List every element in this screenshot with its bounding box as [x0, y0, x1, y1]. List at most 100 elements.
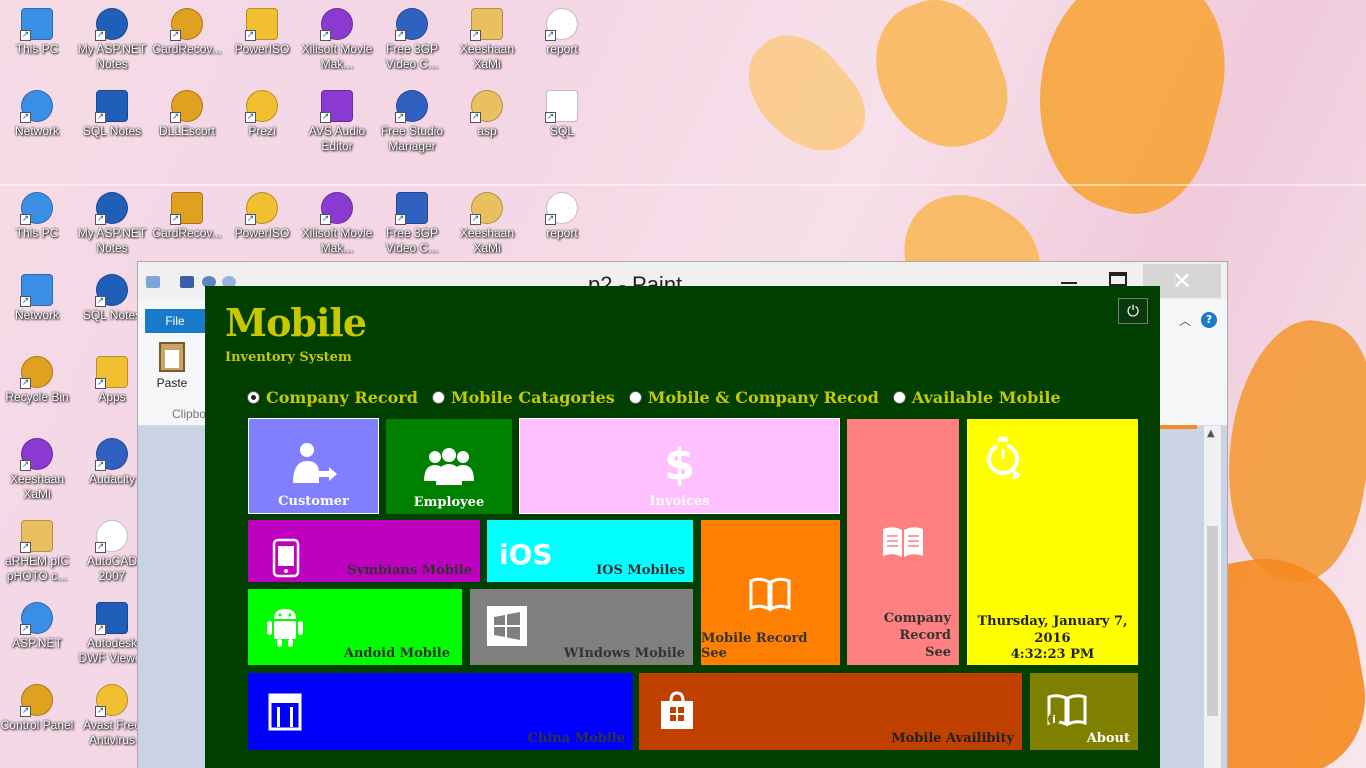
desktop-icon-label: asp	[477, 124, 497, 138]
invoices-tile[interactable]: $ Invoices	[519, 418, 840, 514]
file-tab[interactable]: File	[145, 309, 205, 333]
tile-label: Customer	[278, 494, 349, 509]
shortcut-arrow-icon: ↗	[95, 378, 106, 389]
desktop-icon[interactable]: ↗ Xilisoft Movie Mak...	[300, 8, 374, 72]
shortcut-arrow-icon: ↗	[395, 112, 406, 123]
desktop-icon[interactable]: ↗ report	[525, 192, 599, 241]
app-icon: ↗	[20, 90, 53, 123]
about-tile[interactable]: i About	[1030, 673, 1138, 750]
shortcut-arrow-icon: ↗	[95, 624, 106, 635]
wallpaper-petal	[728, 16, 882, 174]
desktop-icon[interactable]: ↗ Xeeshaan XaMi	[450, 192, 524, 256]
app-icon: ↗	[470, 8, 503, 41]
app-icon: ↗	[395, 8, 428, 41]
desktop-icon[interactable]: ↗Network	[0, 90, 74, 139]
radio-dot[interactable]	[247, 391, 260, 404]
ios-mobiles-tile[interactable]: iOS IOS Mobiles	[487, 520, 693, 582]
employee-tile[interactable]: Employee	[386, 419, 512, 514]
app-icon: ↗	[395, 90, 428, 123]
desktop-icon[interactable]: ↗ Free 3GP Video C...	[375, 192, 449, 256]
current-time: 4:32:23 PM	[1010, 647, 1095, 662]
desktop-icon[interactable]: ↗ Free Studio Manager	[375, 90, 449, 154]
scroll-up-icon[interactable]: ▲	[1207, 428, 1215, 439]
china-mobile-tile[interactable]: China Mobile	[248, 673, 633, 750]
desktop-icon-label: Network	[14, 124, 59, 138]
radio-company-record[interactable]: Company Record	[247, 388, 418, 407]
desktop-icon[interactable]: ↗ Recycle Bin	[0, 356, 74, 405]
desktop-icon[interactable]: ↗ AVS Audio Editor	[300, 90, 374, 154]
phone-icon	[272, 538, 300, 578]
scrollbar-thumb[interactable]	[1207, 526, 1218, 716]
symbians-mobile-tile[interactable]: Symbians Mobile	[248, 520, 480, 582]
desktop-icon[interactable]: ↗ CardRecov...	[150, 192, 224, 241]
desktop-icon[interactable]: ↗ PowerISO	[225, 8, 299, 57]
mobile-availibity-tile[interactable]: Mobile Availibity	[639, 673, 1022, 750]
desktop-icon-label: Control Panel	[0, 718, 74, 732]
desktop-icon[interactable]: ↗ report	[525, 8, 599, 57]
desktop-icon-label: DLLEscort	[158, 124, 216, 138]
save-icon[interactable]	[180, 276, 194, 288]
desktop-icon[interactable]: ↗ CardRecov...	[150, 8, 224, 57]
desktop-icon[interactable]: ↗ DLLEscort	[150, 90, 224, 139]
ios-icon: iOS	[499, 538, 553, 571]
desktop-icon[interactable]: ↗ SQL	[525, 90, 599, 139]
app-icon: ↗	[20, 520, 53, 553]
shortcut-arrow-icon: ↗	[245, 112, 256, 123]
desktop-icon[interactable]: ↗ Xeeshaan XaMi	[450, 8, 524, 72]
radio-available-mobile[interactable]: Available Mobile	[892, 388, 1061, 407]
date-time-tile: Thursday, January 7, 2016 4:32:23 PM	[967, 419, 1138, 665]
radio-mobile-company-recod[interactable]: Mobile & Company Recod	[628, 388, 879, 407]
app-icon: ↗	[20, 684, 53, 717]
app-icon: ↗	[320, 90, 353, 123]
open-book-icon	[749, 577, 791, 612]
power-button[interactable]: ⏻	[1118, 298, 1148, 324]
desktop-icon-label: Xeeshaan XaMi	[459, 42, 515, 71]
shortcut-arrow-icon: ↗	[170, 30, 181, 41]
radio-dot[interactable]	[628, 391, 642, 404]
desktop-icon[interactable]: ↗ Control Panel	[0, 684, 74, 733]
app-icon: ↗	[170, 90, 203, 123]
minimize-icon[interactable]	[1061, 282, 1077, 284]
android-mobile-tile[interactable]: Andoid Mobile	[248, 589, 462, 665]
desktop-icon[interactable]: ↗ My ASP.NET Notes	[75, 8, 149, 72]
desktop-icon[interactable]: ↗ Xeeshaan XaMi	[0, 438, 74, 502]
desktop-icon[interactable]: ↗ aRHEM pIC pHOTO c...	[0, 520, 74, 584]
desktop-icon[interactable]: ↗This PC	[0, 8, 74, 57]
desktop-icon[interactable]: ↗ ASP.NET	[0, 602, 74, 651]
desktop-icon[interactable]: ↗ asp	[450, 90, 524, 139]
desktop-icon[interactable]: ↗ Xilisoft Movie Mak...	[300, 192, 374, 256]
desktop-icon-label: Free 3GP Video C...	[385, 226, 439, 255]
radio-label: Company Record	[266, 388, 418, 407]
canvas-edge	[1157, 425, 1197, 429]
desktop-icon[interactable]: ↗ PowerISO	[225, 192, 299, 241]
maximize-icon[interactable]	[1109, 272, 1127, 286]
desktop-icon-label: Recycle Bin	[5, 390, 69, 404]
radio-dot[interactable]	[892, 391, 906, 404]
paint-app-icon[interactable]	[146, 276, 160, 288]
collapse-ribbon-icon[interactable]: ︿	[1179, 312, 1191, 329]
timer-icon	[987, 437, 1021, 481]
desktop-icon[interactable]: ↗ Free 3GP Video C...	[375, 8, 449, 72]
customer-tile[interactable]: Customer	[248, 418, 379, 514]
shortcut-arrow-icon: ↗	[170, 214, 181, 225]
shortcut-arrow-icon: ↗	[545, 214, 556, 225]
mobile-record-see-tile[interactable]: Mobile Record See	[701, 520, 840, 665]
radio-mobile-catagories[interactable]: Mobile Catagories	[431, 388, 615, 407]
desktop-icon[interactable]: ↗ Prezi	[225, 90, 299, 139]
shortcut-arrow-icon: ↗	[245, 30, 256, 41]
tile-label: Andoid Mobile	[343, 646, 450, 661]
desktop-icon[interactable]: ↗ My ASP.NET Notes	[75, 192, 149, 256]
windows-mobile-tile[interactable]: WIndows Mobile	[470, 589, 693, 665]
vertical-scrollbar[interactable]: ▲	[1204, 426, 1221, 768]
desktop-icon[interactable]: ↗This PC	[0, 192, 74, 241]
desktop-icon-label: PowerISO	[234, 226, 290, 240]
radio-dot[interactable]	[431, 391, 445, 404]
desktop-icon[interactable]: ↗Network	[0, 274, 74, 323]
desktop-icon[interactable]: ↗ SQL Notes	[75, 90, 149, 139]
help-icon[interactable]: ?	[1201, 312, 1217, 328]
paste-button[interactable]: Paste	[152, 342, 192, 390]
shortcut-arrow-icon: ↗	[245, 214, 256, 225]
app-icon: ↗	[20, 192, 53, 225]
tile-label: China Mobile	[527, 731, 625, 746]
company-record-see-tile[interactable]: Company Record See	[847, 419, 959, 665]
